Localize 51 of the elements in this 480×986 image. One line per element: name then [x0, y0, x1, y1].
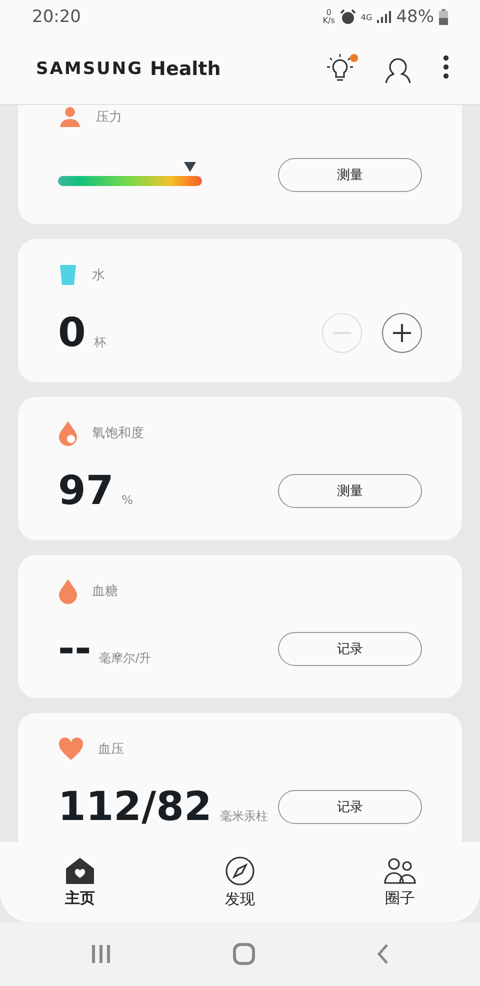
gauge-marker: [184, 162, 196, 172]
metric-unit: %: [122, 493, 134, 507]
metric-value: 97: [58, 471, 114, 511]
cup-icon: [58, 263, 78, 287]
metric-value: --: [58, 629, 92, 669]
nav-tab[interactable]: 圈子: [350, 856, 450, 908]
metric-value: 0: [58, 313, 86, 353]
back-icon[interactable]: [377, 944, 389, 964]
metric-unit: 毫米汞柱: [220, 808, 268, 825]
nav-tab[interactable]: 主页: [30, 856, 130, 908]
home-button-icon[interactable]: [233, 943, 255, 965]
action-button[interactable]: 记录: [278, 790, 422, 824]
person-icon: [58, 105, 82, 129]
net-speed-unit: K/s: [322, 17, 335, 25]
signal-icon: [377, 11, 392, 23]
network-type: 4G: [360, 12, 372, 22]
health-card[interactable]: 血糖 -- 毫摩尔/升 记录: [18, 555, 462, 698]
card-title: 血压: [98, 741, 124, 758]
metric-unit: 杯: [94, 334, 106, 351]
health-card[interactable]: 压力 测量: [18, 105, 462, 224]
drop-icon: [58, 578, 78, 604]
action-button[interactable]: 测量: [278, 158, 422, 192]
home-icon: [65, 856, 95, 884]
net-speed-value: 0: [326, 9, 332, 17]
drop-icon: [58, 420, 78, 446]
more-options-icon[interactable]: [442, 54, 450, 80]
people-icon: [384, 856, 416, 884]
increase-button[interactable]: [382, 313, 422, 353]
battery-icon: [439, 9, 448, 25]
compass-icon: [225, 856, 255, 886]
metric-value: 112/82: [58, 787, 212, 827]
card-title: 氧饱和度: [92, 425, 144, 442]
metric-unit: 毫摩尔/升: [99, 650, 152, 667]
action-button[interactable]: 记录: [278, 632, 422, 666]
health-card[interactable]: 氧饱和度 97 % 测量: [18, 397, 462, 540]
card-title: 压力: [96, 109, 122, 126]
alarm-icon: [340, 9, 356, 25]
status-time: 20:20: [32, 7, 81, 27]
app-name: Health: [150, 58, 221, 80]
health-card[interactable]: 血压 112/82 毫米汞柱 记录: [18, 713, 462, 842]
recent-apps-icon[interactable]: [91, 945, 111, 963]
nav-tab[interactable]: 发现: [190, 854, 290, 910]
battery-level: 48%: [396, 7, 434, 27]
card-title: 水: [92, 267, 105, 284]
card-title: 血糖: [92, 583, 118, 600]
plus-icon: [393, 324, 411, 342]
health-card[interactable]: 水 0 杯: [18, 239, 462, 382]
brand-logo: SAMSUNG: [36, 59, 144, 79]
heart-icon: [58, 737, 84, 761]
action-button[interactable]: 测量: [278, 474, 422, 508]
lightbulb-icon[interactable]: [326, 54, 354, 84]
